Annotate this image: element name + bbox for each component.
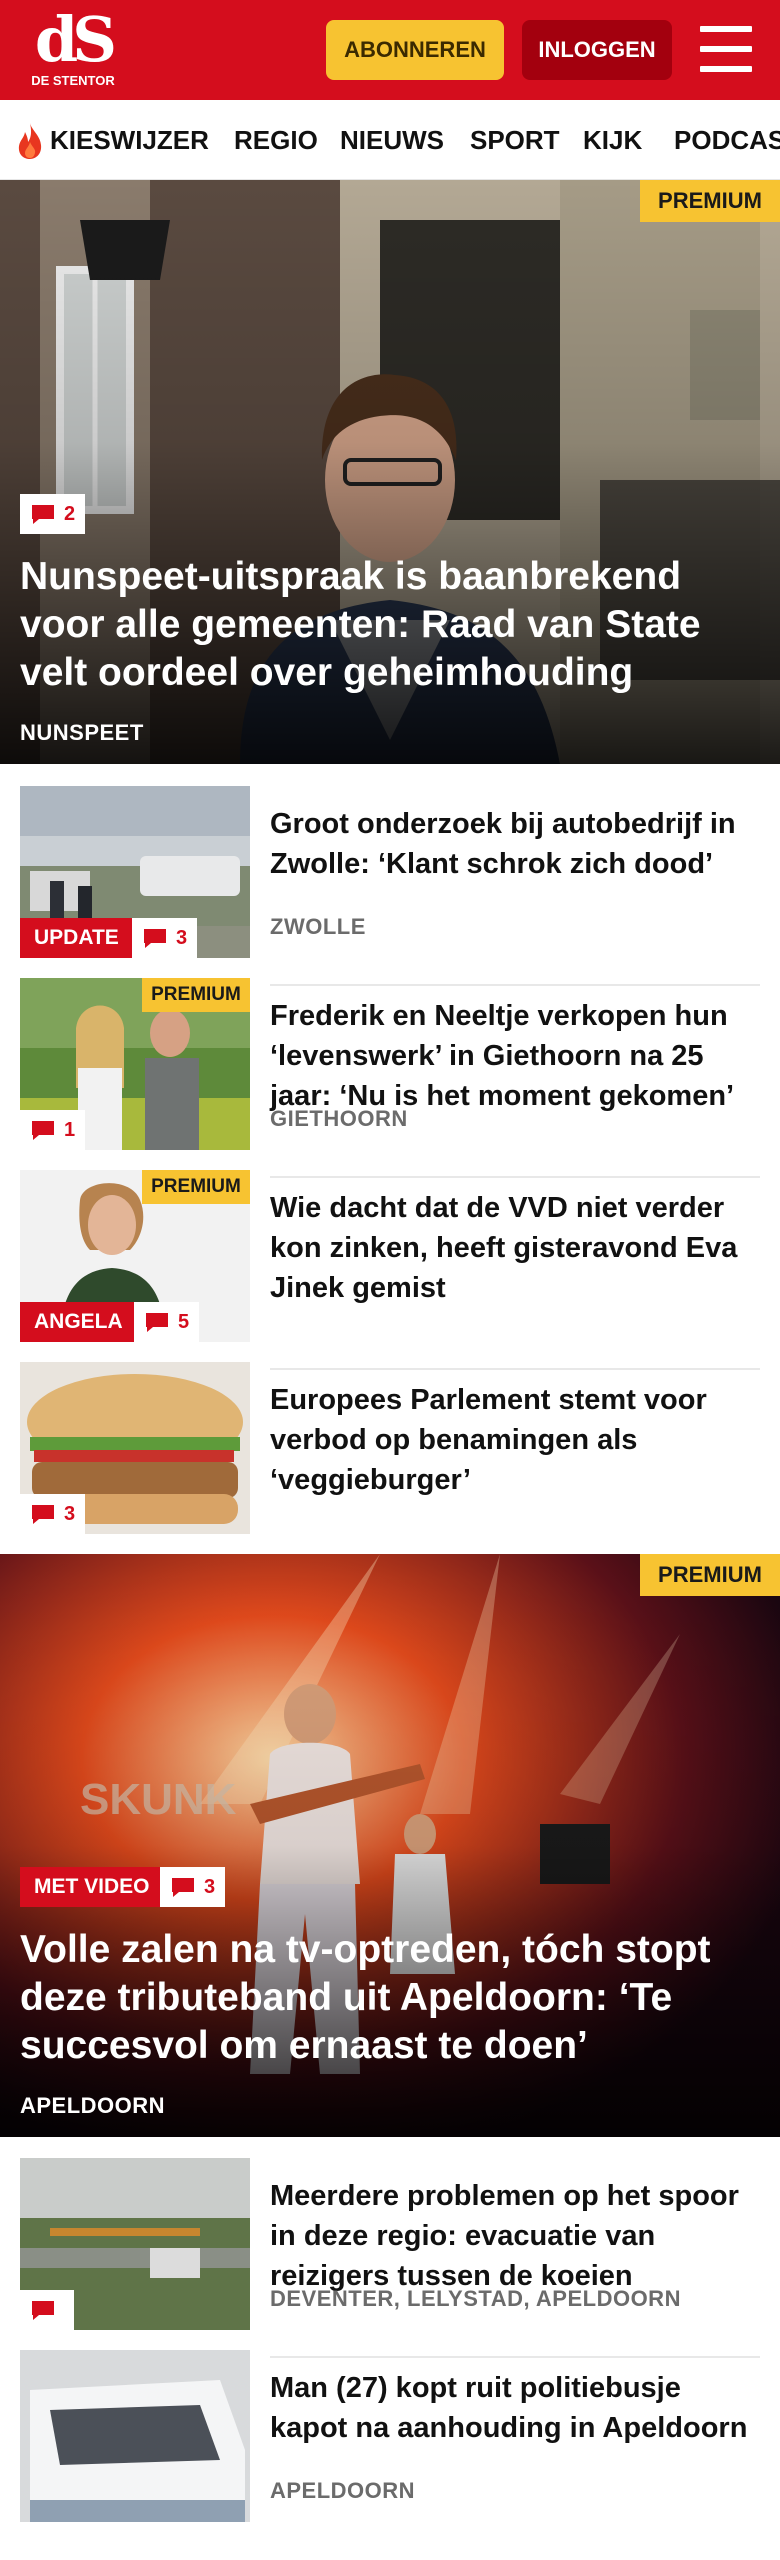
top-bar: dS DE STENTOR ABONNEREN INLOGGEN (0, 0, 780, 100)
comment-icon (32, 505, 54, 524)
list-item[interactable]: 3 Europees Parlement stemt voor verbod o… (20, 1362, 760, 1562)
hero-region: NUNSPEET (20, 720, 144, 745)
article-headline[interactable]: Man (27) kopt ruit politiebusje kapot na… (270, 2368, 750, 2448)
list-item[interactable]: Man (27) kopt ruit politiebusje kapot na… (20, 2350, 760, 2542)
article-headline[interactable]: Wie dacht dat de VVD niet verder kon zin… (270, 1188, 750, 1308)
nav-item-nieuws[interactable]: NIEUWS (340, 100, 444, 179)
article-thumbnail (20, 2350, 250, 2522)
article-headline[interactable]: Groot onderzoek bij autobedrijf in Zwoll… (270, 804, 750, 884)
premium-badge: PREMIUM (640, 180, 780, 222)
site-logo[interactable]: dS DE STENTOR (28, 3, 118, 90)
comment-icon (172, 1878, 194, 1897)
comment-count-badge[interactable] (20, 2290, 74, 2330)
comment-icon (32, 1505, 54, 1524)
premium-badge: PREMIUM (142, 1170, 250, 1204)
nav-item-sport[interactable]: SPORT (470, 100, 560, 179)
comment-count: 3 (176, 926, 188, 949)
comment-count-badge[interactable]: 3 (132, 918, 198, 958)
nav-item-podcast[interactable]: PODCAST (674, 100, 780, 179)
article-headline[interactable]: Frederik en Neeltje verkopen hun ‘levens… (270, 996, 750, 1116)
article-headline[interactable]: Meerdere problemen op het spoor in deze … (270, 2176, 750, 2296)
list-item[interactable]: Meerdere problemen op het spoor in deze … (20, 2158, 760, 2358)
comment-count-badge[interactable]: 2 (20, 494, 86, 534)
comment-icon (146, 1313, 168, 1332)
comment-count: 3 (204, 1875, 216, 1898)
comment-icon (32, 1121, 54, 1140)
comment-count-badge[interactable]: 1 (20, 1110, 86, 1150)
list-item[interactable]: UPDATE 3 Groot onderzoek bij autobedrijf… (20, 786, 760, 986)
hero-headline[interactable]: Nunspeet-uitspraak is baanbrekend voor a… (20, 553, 760, 697)
comment-count: 5 (178, 1310, 190, 1333)
article-region: GIETHOORN (270, 1106, 408, 1131)
hero-article-tributeband[interactable]: SKUNK PREMIUM MET VIDEO 3 Volle zalen na… (0, 1554, 780, 2137)
hero-region: APELDOORN (20, 2093, 166, 2118)
login-button[interactable]: INLOGGEN (522, 20, 672, 80)
premium-badge: PREMIUM (142, 978, 250, 1012)
article-region: ZWOLLE (270, 914, 366, 939)
flame-icon (18, 123, 42, 159)
nav-item-regio[interactable]: REGIO (234, 100, 318, 179)
comment-count: 3 (64, 1502, 76, 1525)
comment-count-badge[interactable]: 3 (160, 1867, 226, 1907)
comment-count-badge[interactable]: 3 (20, 1494, 86, 1534)
article-region: APELDOORN (270, 2478, 416, 2503)
comment-count: 1 (64, 1118, 76, 1141)
hero-article-nunspeet[interactable]: PREMIUM 2 Nunspeet-uitspraak is baanbrek… (0, 180, 780, 764)
nav-item-kijk[interactable]: KIJK (583, 100, 642, 179)
logo-subtitle: DE STENTOR (31, 73, 115, 88)
main-nav: KIESWIJZER REGIO NIEUWS SPORT KIJK PODCA… (0, 100, 780, 180)
author-label: ANGELA (20, 1302, 137, 1342)
comment-count-badge[interactable]: 5 (134, 1302, 200, 1342)
subscribe-button[interactable]: ABONNEREN (326, 20, 504, 80)
comment-icon (144, 929, 166, 948)
logo-mark: dS (34, 3, 117, 76)
article-headline[interactable]: Europees Parlement stemt voor verbod op … (270, 1380, 750, 1500)
menu-icon[interactable] (700, 26, 752, 72)
premium-badge: PREMIUM (640, 1554, 780, 1596)
video-label: MET VIDEO (20, 1867, 164, 1907)
list-item[interactable]: PREMIUM 1 Frederik en Neeltje verkopen h… (20, 978, 760, 1178)
comment-icon (32, 2301, 54, 2320)
nav-item-kieswijzer[interactable]: KIESWIJZER (50, 100, 209, 179)
hero-headline[interactable]: Volle zalen na tv-optreden, tóch stopt d… (20, 1926, 760, 2070)
comment-count: 2 (64, 502, 76, 525)
article-region: DEVENTER, LELYSTAD, APELDOORN (270, 2286, 681, 2311)
list-item[interactable]: PREMIUM ANGELA 5 Wie dacht dat de VVD ni… (20, 1170, 760, 1370)
update-label: UPDATE (20, 918, 133, 958)
